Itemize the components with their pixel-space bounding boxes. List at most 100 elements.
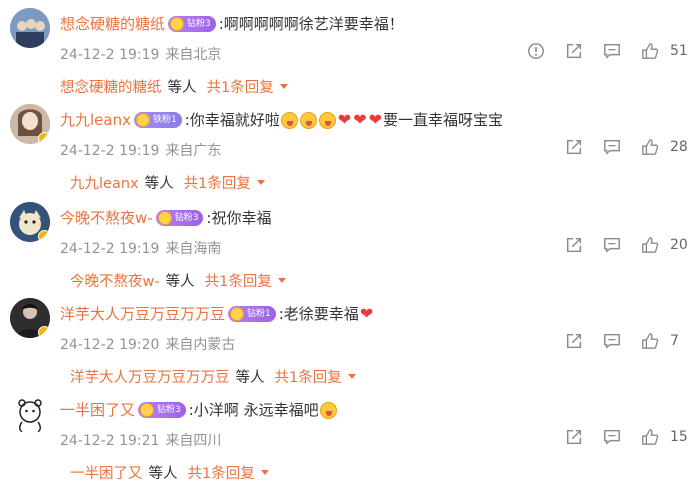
comment-username[interactable]: 今晚不熬夜w- xyxy=(60,208,153,228)
comment-item: 想念硬糖的糖纸 钻粉3 :啊啊啊啊啊徐艺洋要幸福！ 24-12-2 19:19 来… xyxy=(0,8,700,100)
like-icon[interactable] xyxy=(640,331,660,351)
reply-icon[interactable] xyxy=(602,41,622,61)
like-count: 20 xyxy=(670,237,688,253)
reply-count[interactable]: 共1条回复 xyxy=(205,270,272,291)
fan-badge-label: 钻粉1 xyxy=(247,309,271,319)
like-icon[interactable] xyxy=(640,41,660,61)
chevron-down-icon[interactable] xyxy=(279,84,288,89)
comment-header: 九九leanx 铁粉1 :你幸福就好啦 ❤ ❤ ❤ 要一直幸福呀宝宝 xyxy=(60,110,503,130)
comment-location: 来自北京 xyxy=(165,47,222,63)
comment-location: 来自海南 xyxy=(165,241,222,257)
share-icon[interactable] xyxy=(564,41,584,61)
fan-badge: 钻粉1 xyxy=(228,306,276,322)
verified-icon xyxy=(38,326,50,338)
reply-username[interactable]: 九九leanx xyxy=(70,172,139,193)
reply-icon[interactable] xyxy=(602,427,622,447)
fan-badge: 铁粉1 xyxy=(133,112,182,128)
comment-location: 来自四川 xyxy=(165,433,222,449)
avatar[interactable] xyxy=(10,298,50,338)
reply-username[interactable]: 一半困了又 xyxy=(70,462,143,483)
like-icon[interactable] xyxy=(640,235,660,255)
comment-text: :老徐要幸福 xyxy=(278,305,359,323)
avatar[interactable] xyxy=(10,104,50,144)
reply-others: 等人 xyxy=(148,466,178,482)
comment-username[interactable]: 想念硬糖的糖纸 xyxy=(60,14,165,34)
reply-count[interactable]: 共1条回复 xyxy=(188,462,255,483)
comment-time: 24-12-2 19:19 xyxy=(60,241,160,257)
comment-time: 24-12-2 19:19 xyxy=(60,47,160,63)
crown-icon xyxy=(170,17,185,31)
comment-header: 一半困了又 钻粉3 :小洋啊 永远幸福吧 xyxy=(60,400,338,420)
report-icon[interactable] xyxy=(526,41,546,61)
avatar[interactable] xyxy=(10,394,50,434)
reply-icon[interactable] xyxy=(602,331,622,351)
reply-icon[interactable] xyxy=(602,235,622,255)
heart-icon: ❤ xyxy=(359,304,374,323)
comment-actions: 28 xyxy=(546,137,690,157)
like-icon[interactable] xyxy=(640,427,660,447)
fan-badge-label: 钻粉3 xyxy=(187,19,211,29)
comment-text-prefix: :你幸福就好啦 xyxy=(184,111,280,129)
reply-others: 等人 xyxy=(167,80,197,96)
verified-icon xyxy=(38,230,50,242)
like-icon[interactable] xyxy=(640,137,660,157)
comment-header: 洋芋大人万豆万豆万万豆 钻粉1 :老徐要幸福 ❤ xyxy=(60,304,374,324)
crown-icon xyxy=(140,403,155,417)
share-icon[interactable] xyxy=(564,235,584,255)
fan-badge: 钻粉3 xyxy=(155,210,204,226)
reply-summary[interactable]: 想念硬糖的糖纸 等人 共1条回复 xyxy=(60,76,288,97)
comment-username[interactable]: 一半困了又 xyxy=(60,400,135,420)
reply-username[interactable]: 洋芋大人万豆万豆万万豆 xyxy=(70,366,230,387)
reply-count[interactable]: 共1条回复 xyxy=(184,172,251,193)
reply-others: 等人 xyxy=(144,176,174,192)
like-count: 28 xyxy=(670,139,688,155)
reply-summary[interactable]: 九九leanx 等人 共1条回复 xyxy=(70,172,265,193)
comment-actions: 7 xyxy=(546,331,690,351)
comment-header: 想念硬糖的糖纸 钻粉3 :啊啊啊啊啊徐艺洋要幸福！ xyxy=(60,14,404,34)
comment-text: :小洋啊 永远幸福吧 xyxy=(188,401,319,419)
fan-badge-label: 钻粉3 xyxy=(174,213,199,223)
avatar[interactable] xyxy=(10,8,50,48)
heart-icon: ❤ xyxy=(337,110,352,129)
comment-item: 今晚不熬夜w- 钻粉3 :祝你幸福 24-12-2 19:19 来自海南 20 今… xyxy=(0,202,700,294)
comment-username[interactable]: 洋芋大人万豆万豆万万豆 xyxy=(60,304,225,324)
share-icon[interactable] xyxy=(564,427,584,447)
comment-username[interactable]: 九九leanx xyxy=(60,110,131,130)
reply-username[interactable]: 今晚不熬夜w- xyxy=(70,270,160,291)
like-count: 15 xyxy=(670,429,688,445)
laughing-emoji-icon xyxy=(280,111,298,129)
comment-text-suffix: 要一直幸福呀宝宝 xyxy=(383,111,504,129)
comment-time: 24-12-2 19:21 xyxy=(60,433,160,449)
reply-summary[interactable]: 一半困了又 等人 共1条回复 xyxy=(70,462,269,483)
comment-meta: 24-12-2 19:20 来自内蒙古 xyxy=(60,334,235,354)
reply-count[interactable]: 共1条回复 xyxy=(275,366,342,387)
reply-others: 等人 xyxy=(165,274,195,290)
reply-username[interactable]: 想念硬糖的糖纸 xyxy=(60,76,162,97)
comment-header: 今晚不熬夜w- 钻粉3 :祝你幸福 xyxy=(60,208,271,228)
laughing-emoji-icon xyxy=(299,111,317,129)
reply-icon[interactable] xyxy=(602,137,622,157)
comment-time: 24-12-2 19:19 xyxy=(60,143,160,159)
reply-summary[interactable]: 今晚不熬夜w- 等人 共1条回复 xyxy=(70,270,286,291)
fan-badge-label: 铁粉1 xyxy=(152,115,177,125)
comment-meta: 24-12-2 19:19 来自广东 xyxy=(60,140,221,160)
share-icon[interactable] xyxy=(564,331,584,351)
blushing-emoji-icon xyxy=(319,401,337,419)
chevron-down-icon[interactable] xyxy=(256,180,265,185)
chevron-down-icon[interactable] xyxy=(277,278,286,283)
reply-summary[interactable]: 洋芋大人万豆万豆万万豆 等人 共1条回复 xyxy=(70,366,356,387)
comment-time: 24-12-2 19:20 xyxy=(60,337,160,353)
chevron-down-icon[interactable] xyxy=(347,374,356,379)
share-icon[interactable] xyxy=(564,137,584,157)
comment-item: 九九leanx 铁粉1 :你幸福就好啦 ❤ ❤ ❤ 要一直幸福呀宝宝 24-12… xyxy=(0,104,700,196)
comment-actions: 15 xyxy=(546,427,690,447)
reply-count[interactable]: 共1条回复 xyxy=(207,76,274,97)
avatar[interactable] xyxy=(10,202,50,242)
like-count: 51 xyxy=(670,43,688,59)
fan-badge: 钻粉3 xyxy=(138,402,186,418)
fan-badge: 钻粉3 xyxy=(168,16,216,32)
crown-icon xyxy=(135,113,150,127)
comment-text: :祝你幸福 xyxy=(206,209,272,227)
chevron-down-icon[interactable] xyxy=(260,470,269,475)
crown-icon xyxy=(230,307,245,321)
